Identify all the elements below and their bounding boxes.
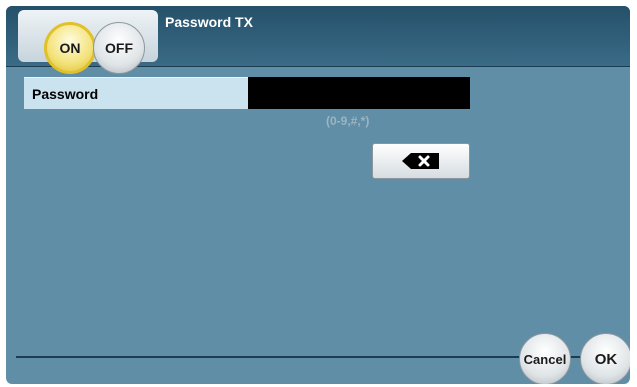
- password-label-text: Password: [32, 85, 99, 102]
- on-button[interactable]: ON: [44, 22, 96, 74]
- page-title: Password TX: [165, 14, 253, 30]
- password-hint: (0-9,#,*): [326, 114, 370, 128]
- backspace-button[interactable]: [372, 143, 470, 179]
- title-bar: ON OFF Password TX: [6, 6, 630, 74]
- ok-button-label: OK: [594, 350, 618, 368]
- screen: ON OFF Password TX Password (0-9,#,*) Ca…: [6, 6, 630, 384]
- ok-button[interactable]: OK: [580, 333, 630, 384]
- cancel-button[interactable]: Cancel: [519, 333, 571, 384]
- cancel-button-label: Cancel: [523, 351, 567, 367]
- off-button-label: OFF: [105, 40, 133, 56]
- on-off-toggle: ON OFF: [18, 10, 158, 74]
- off-button[interactable]: OFF: [93, 22, 145, 74]
- backspace-icon: [402, 153, 439, 169]
- on-button-label: ON: [59, 40, 81, 56]
- password-input[interactable]: [248, 77, 470, 109]
- password-field-label: Password: [24, 77, 248, 109]
